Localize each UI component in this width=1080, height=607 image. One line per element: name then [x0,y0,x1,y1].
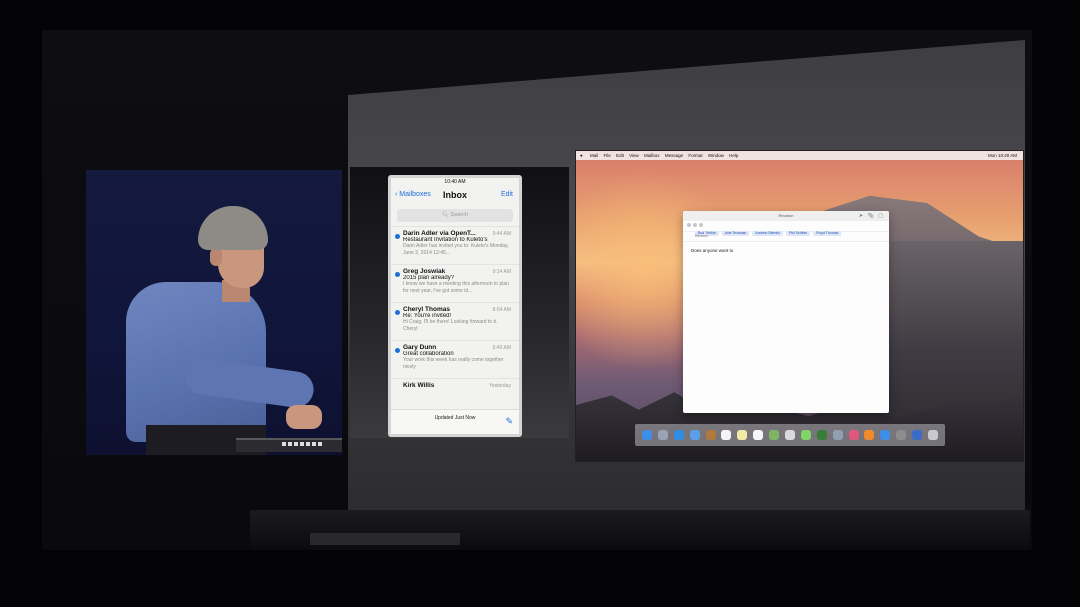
menu-view[interactable]: View [629,153,639,158]
search-input[interactable]: 🔍︎ Search [397,209,513,222]
presenter-video [86,170,342,455]
menu-mailbox[interactable]: Mailbox [644,153,660,158]
menubar-items: Mail File Edit View Mailbox Message Form… [590,151,738,160]
notes-icon[interactable] [737,430,748,440]
mail-sender: Darin Adler via OpenT... [403,230,476,237]
contacts-icon[interactable] [705,430,716,440]
unread-dot-icon [395,348,400,353]
iphone-screen: 10:40 AM ‹ Mailboxes Inbox Edit 🔍︎ Searc… [388,175,522,437]
mail-preview: Hi Craig, I'll be there! Looking forward… [403,319,498,332]
menubar-clock[interactable]: Mon 10:40 AM [988,151,1017,160]
window-toolbar-icons: ➤ 📎︎ ▢ [859,212,883,221]
system-preferences-icon[interactable] [896,430,907,440]
to-field[interactable]: Bud Tribble Avie Tevanian Andrew Stemitz Ph… [683,221,889,236]
reminders-icon[interactable] [753,430,764,440]
photos-icon[interactable] [784,430,795,440]
mail-time: Yesterday [488,383,511,389]
mail-preview: I know we have a meeting this afternoon … [403,281,509,294]
menu-file[interactable]: File [604,153,611,158]
keyboard [236,438,342,452]
mail-preview: Darin Adler has invited you to: Kuleto's… [403,243,509,256]
attach-icon[interactable]: 📎︎ [868,213,874,219]
trash-icon[interactable] [927,430,938,440]
mail-compose-window[interactable]: Reunion ➤ 📎︎ ▢ Bud Tribble Avie Tevanian A… [683,211,889,413]
presenter-ear [210,248,222,266]
keyboard-keys [282,442,322,446]
ibooks-icon[interactable] [864,430,875,440]
menu-edit[interactable]: Edit [616,153,624,158]
mac-menubar: ● Mail File Edit View Mailbox Message Fo… [576,151,1023,160]
menu-format[interactable]: Format [688,153,702,158]
iphone-status-time: 10:40 AM [444,179,466,185]
list-item[interactable]: Gary Dunn 5:40 AM Great collaboration Yo… [391,340,519,378]
app-store-icon[interactable] [880,430,891,440]
presenter-hand [286,405,322,429]
menu-window[interactable]: Window [708,153,724,158]
dock [635,424,945,446]
window-titlebar[interactable]: Reunion ➤ 📎︎ ▢ [683,211,889,227]
list-item[interactable]: Greg Joswiak 9:14 AM 2015 plan already? … [391,264,519,302]
menu-mail[interactable]: Mail [590,153,598,158]
keynote-stage: 10:40 AM ‹ Mailboxes Inbox Edit 🔍︎ Searc… [0,0,1080,607]
unread-dot-icon [395,310,400,315]
list-item[interactable]: Cheryl Thomas 8:04 AM Re: You're invited… [391,302,519,340]
maps-icon[interactable] [769,430,780,440]
preview-icon[interactable] [832,430,843,440]
subject-field[interactable]: Reunion [683,232,889,242]
safari-icon[interactable] [673,430,684,440]
menu-message[interactable]: Message [665,153,683,158]
send-icon[interactable]: ➤ [859,213,863,219]
iphone-panel: 10:40 AM ‹ Mailboxes Inbox Edit 🔍︎ Searc… [350,167,569,438]
documents-icon[interactable] [912,430,923,440]
iphone-navbar: ‹ Mailboxes Inbox Edit [391,187,519,207]
itunes-icon[interactable] [848,430,859,440]
mail-icon[interactable] [689,430,700,440]
finder-icon[interactable] [641,430,652,440]
updated-status: Updated Just Now [434,415,476,421]
calendar-icon[interactable] [721,430,732,440]
messages-icon[interactable] [800,430,811,440]
mail-time: 9:44 AM [492,231,511,237]
mail-preview: Your work this week has really come toge… [403,357,504,370]
mail-sender: Gary Dunn [403,344,437,351]
mail-sender: Cheryl Thomas [403,306,450,313]
apple-menu-icon[interactable]: ● [580,151,583,160]
presenter-hair [198,206,268,250]
mail-sender: Kirk Willis [403,382,435,389]
compose-icon[interactable]: ✎ [505,416,513,427]
message-body[interactable]: Does anyone want to [683,242,889,259]
floor-light [310,533,460,545]
iphone-toolbar: Updated Just Now ✎ [391,409,519,434]
mail-time: 8:04 AM [492,307,511,313]
facetime-icon[interactable] [816,430,827,440]
launchpad-icon[interactable] [657,430,668,440]
mail-time: 5:40 AM [492,345,511,351]
edit-button[interactable]: Edit [501,191,513,198]
list-item[interactable]: Kirk Willis Yesterday [391,378,519,400]
inbox-title: Inbox [443,190,467,200]
mail-time: 9:14 AM [492,269,511,275]
mac-desktop: ● Mail File Edit View Mailbox Message Fo… [575,150,1024,462]
search-placeholder: Search [450,212,468,218]
format-icon[interactable]: ▢ [878,213,883,219]
list-item[interactable]: Darin Adler via OpenT... 9:44 AM Restaur… [391,226,519,264]
mail-sender: Greg Joswiak [403,268,446,275]
menu-help[interactable]: Help [729,153,738,158]
search-icon: 🔍︎ [442,212,449,218]
unread-dot-icon [395,272,400,277]
unread-dot-icon [395,234,400,239]
subject-value: Reunion [695,234,709,238]
